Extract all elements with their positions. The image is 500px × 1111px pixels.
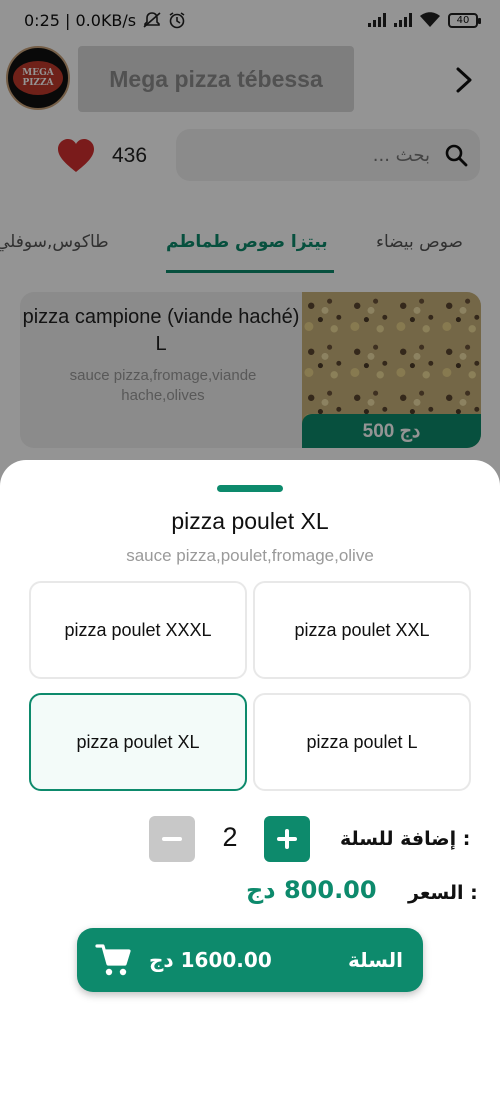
quantity-value: 2 <box>222 822 238 852</box>
add-to-cart-button[interactable]: 1600.00 دج السلة <box>77 928 423 992</box>
price-value: 800.00 دج <box>246 876 377 904</box>
quantity-label: إضافة للسلة : <box>340 828 471 850</box>
minus-icon[interactable] <box>149 816 195 862</box>
price-label: السعر : <box>408 882 478 904</box>
size-option[interactable]: pizza poulet XXL <box>253 581 471 679</box>
cart-label: السلة <box>347 948 403 972</box>
sheet-description: sauce pizza,poulet,fromage,olive <box>126 546 374 565</box>
sheet-handle[interactable] <box>217 485 283 492</box>
cart-icon <box>95 944 131 976</box>
plus-icon[interactable] <box>264 816 310 862</box>
sheet-title: pizza poulet XL <box>171 508 329 534</box>
size-option[interactable]: pizza poulet XXXL <box>29 581 247 679</box>
size-option[interactable]: pizza poulet L <box>253 693 471 791</box>
size-option-selected[interactable]: pizza poulet XL <box>29 693 247 791</box>
cart-total: 1600.00 دج <box>149 948 272 972</box>
product-options-sheet: pizza poulet XL sauce pizza,poulet,froma… <box>0 460 500 1111</box>
